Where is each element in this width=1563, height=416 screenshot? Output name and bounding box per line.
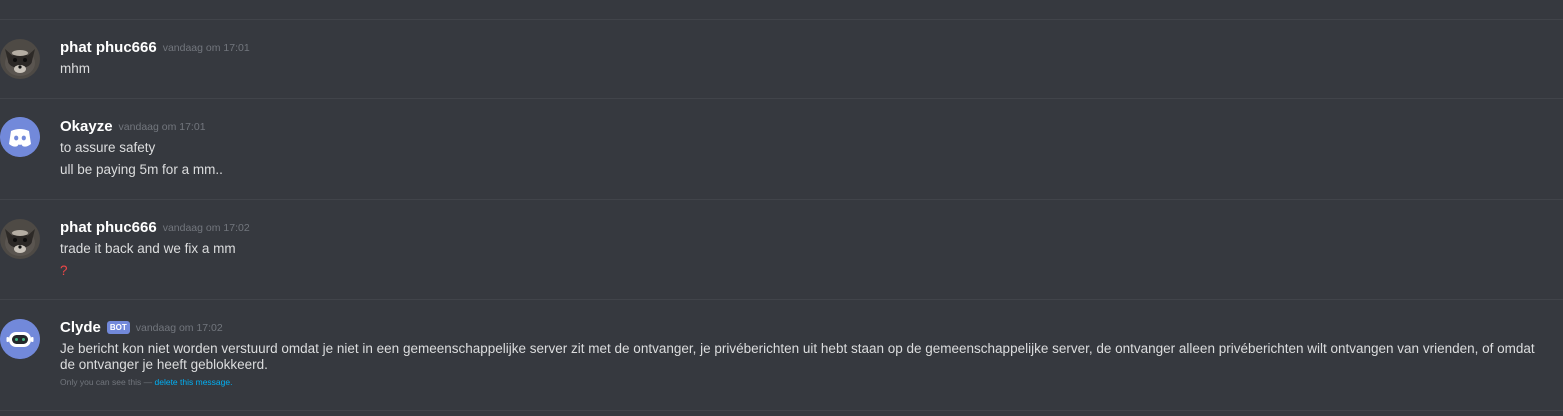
timestamp: vandaag om 17:02 (135, 322, 223, 334)
message-text: trade it back and we fix a mm (60, 241, 236, 256)
message-text: ? (60, 263, 68, 278)
ephemeral-note: Only you can see this — delete this mess… (60, 376, 1549, 388)
raccoon-avatar-icon[interactable] (0, 219, 40, 259)
clyde-bot-avatar-icon[interactable] (0, 319, 40, 359)
message-divider (0, 199, 1563, 200)
username[interactable]: phat phuc666 (60, 39, 157, 56)
message-divider (0, 98, 1563, 99)
bot-tag: BOT (106, 320, 130, 334)
username[interactable]: Okayze (60, 118, 113, 135)
message-divider (0, 299, 1563, 300)
ephemeral-note-text: Only you can see this — (60, 377, 155, 387)
username[interactable]: Clyde (60, 319, 101, 336)
message-content: phat phuc666 vandaag om 17:01 mhm (60, 38, 1549, 80)
message-text: mhm (60, 61, 90, 76)
message-content: Clyde BOT vandaag om 17:02 Je bericht kon … (60, 318, 1549, 388)
message-text: to assure safety (60, 140, 156, 155)
message-divider (0, 19, 1563, 20)
chat-messages: phat phuc666 vandaag om 17:01 mhm Okayze v… (0, 0, 1563, 416)
message-text: Je bericht kon niet worden verstuurd omd… (60, 341, 1535, 372)
timestamp: vandaag om 17:01 (162, 42, 250, 54)
timestamp: vandaag om 17:02 (162, 222, 250, 234)
timestamp: vandaag om 17:01 (118, 121, 206, 133)
discord-default-avatar-icon[interactable] (0, 117, 40, 157)
message-content: phat phuc666 vandaag om 17:02 trade it ba… (60, 218, 1549, 282)
delete-message-link[interactable]: delete this message. (155, 377, 233, 387)
message-content: Okayze vandaag om 17:01 to assure safety … (60, 117, 1549, 181)
message-text: ull be paying 5m for a mm.. (60, 162, 223, 177)
message-divider (0, 410, 1563, 411)
username[interactable]: phat phuc666 (60, 219, 157, 236)
raccoon-avatar-icon[interactable] (0, 39, 40, 79)
